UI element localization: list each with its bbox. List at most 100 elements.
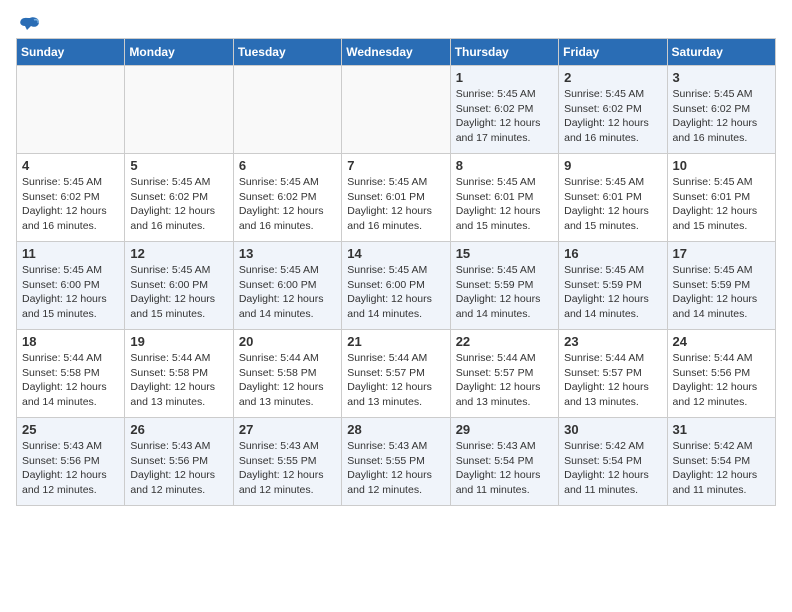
calendar-week-3: 11 Sunrise: 5:45 AM Sunset: 6:00 PM Dayli… (17, 242, 776, 330)
day-number: 17 (673, 246, 770, 261)
day-info: Sunrise: 5:45 AM Sunset: 6:02 PM Dayligh… (456, 87, 553, 146)
day-info: Sunrise: 5:45 AM Sunset: 6:00 PM Dayligh… (239, 263, 336, 322)
calendar-cell: 13 Sunrise: 5:45 AM Sunset: 6:00 PM Dayli… (233, 242, 341, 330)
calendar-table: SundayMondayTuesdayWednesdayThursdayFrid… (16, 38, 776, 506)
header-friday: Friday (559, 39, 667, 66)
day-number: 27 (239, 422, 336, 437)
day-number: 5 (130, 158, 227, 173)
page-header (16, 16, 776, 30)
calendar-cell: 10 Sunrise: 5:45 AM Sunset: 6:01 PM Dayli… (667, 154, 775, 242)
day-number: 1 (456, 70, 553, 85)
day-number: 9 (564, 158, 661, 173)
day-info: Sunrise: 5:45 AM Sunset: 6:01 PM Dayligh… (456, 175, 553, 234)
day-info: Sunrise: 5:44 AM Sunset: 5:57 PM Dayligh… (347, 351, 444, 410)
day-info: Sunrise: 5:43 AM Sunset: 5:54 PM Dayligh… (456, 439, 553, 498)
calendar-cell: 27 Sunrise: 5:43 AM Sunset: 5:55 PM Dayli… (233, 418, 341, 506)
calendar-cell: 31 Sunrise: 5:42 AM Sunset: 5:54 PM Dayli… (667, 418, 775, 506)
day-number: 21 (347, 334, 444, 349)
calendar-cell: 8 Sunrise: 5:45 AM Sunset: 6:01 PM Daylig… (450, 154, 558, 242)
day-number: 13 (239, 246, 336, 261)
calendar-cell: 6 Sunrise: 5:45 AM Sunset: 6:02 PM Daylig… (233, 154, 341, 242)
day-info: Sunrise: 5:43 AM Sunset: 5:56 PM Dayligh… (22, 439, 119, 498)
day-info: Sunrise: 5:45 AM Sunset: 6:02 PM Dayligh… (239, 175, 336, 234)
day-info: Sunrise: 5:45 AM Sunset: 6:01 PM Dayligh… (673, 175, 770, 234)
calendar-cell: 18Sunrise: 5:44 AM Sunset: 5:58 PM Dayli… (17, 330, 125, 418)
calendar-cell: 1 Sunrise: 5:45 AM Sunset: 6:02 PM Daylig… (450, 66, 558, 154)
calendar-week-1: 1 Sunrise: 5:45 AM Sunset: 6:02 PM Daylig… (17, 66, 776, 154)
calendar-week-2: 4 Sunrise: 5:45 AM Sunset: 6:02 PM Daylig… (17, 154, 776, 242)
logo-bird-icon (19, 16, 41, 34)
calendar-cell: 25 Sunrise: 5:43 AM Sunset: 5:56 PM Dayli… (17, 418, 125, 506)
day-info: Sunrise: 5:43 AM Sunset: 5:56 PM Dayligh… (130, 439, 227, 498)
calendar-cell: 2 Sunrise: 5:45 AM Sunset: 6:02 PM Daylig… (559, 66, 667, 154)
calendar-cell: 3Sunrise: 5:45 AM Sunset: 6:02 PM Daylig… (667, 66, 775, 154)
header-thursday: Thursday (450, 39, 558, 66)
day-info: Sunrise: 5:44 AM Sunset: 5:57 PM Dayligh… (456, 351, 553, 410)
day-info: Sunrise: 5:42 AM Sunset: 5:54 PM Dayligh… (673, 439, 770, 498)
day-info: Sunrise: 5:44 AM Sunset: 5:57 PM Dayligh… (564, 351, 661, 410)
day-number: 29 (456, 422, 553, 437)
day-info: Sunrise: 5:45 AM Sunset: 6:01 PM Dayligh… (564, 175, 661, 234)
day-number: 28 (347, 422, 444, 437)
day-number: 31 (673, 422, 770, 437)
day-info: Sunrise: 5:45 AM Sunset: 5:59 PM Dayligh… (564, 263, 661, 322)
day-number: 12 (130, 246, 227, 261)
calendar-cell: 29 Sunrise: 5:43 AM Sunset: 5:54 PM Dayli… (450, 418, 558, 506)
calendar-cell: 12 Sunrise: 5:45 AM Sunset: 6:00 PM Dayli… (125, 242, 233, 330)
calendar-cell: 21 Sunrise: 5:44 AM Sunset: 5:57 PM Dayli… (342, 330, 450, 418)
day-info: Sunrise: 5:45 AM Sunset: 5:59 PM Dayligh… (673, 263, 770, 322)
day-number: 8 (456, 158, 553, 173)
day-number: 23 (564, 334, 661, 349)
calendar-cell: 23 Sunrise: 5:44 AM Sunset: 5:57 PM Dayli… (559, 330, 667, 418)
day-number: 7 (347, 158, 444, 173)
calendar-cell: 9 Sunrise: 5:45 AM Sunset: 6:01 PM Daylig… (559, 154, 667, 242)
logo (16, 16, 41, 30)
day-number: 6 (239, 158, 336, 173)
calendar-cell: 26 Sunrise: 5:43 AM Sunset: 5:56 PM Dayli… (125, 418, 233, 506)
day-info: Sunrise: 5:45 AM Sunset: 5:59 PM Dayligh… (456, 263, 553, 322)
day-info: Sunrise: 5:44 AM Sunset: 5:58 PM Dayligh… (130, 351, 227, 410)
day-info: Sunrise: 5:45 AM Sunset: 6:02 PM Dayligh… (673, 87, 770, 146)
day-info: Sunrise: 5:45 AM Sunset: 6:00 PM Dayligh… (22, 263, 119, 322)
calendar-header-row: SundayMondayTuesdayWednesdayThursdayFrid… (17, 39, 776, 66)
day-info: Sunrise: 5:45 AM Sunset: 6:02 PM Dayligh… (564, 87, 661, 146)
header-monday: Monday (125, 39, 233, 66)
calendar-cell (17, 66, 125, 154)
calendar-cell: 19Sunrise: 5:44 AM Sunset: 5:58 PM Dayli… (125, 330, 233, 418)
day-number: 14 (347, 246, 444, 261)
day-number: 10 (673, 158, 770, 173)
calendar-cell: 24 Sunrise: 5:44 AM Sunset: 5:56 PM Dayli… (667, 330, 775, 418)
day-info: Sunrise: 5:44 AM Sunset: 5:58 PM Dayligh… (239, 351, 336, 410)
day-number: 2 (564, 70, 661, 85)
day-number: 22 (456, 334, 553, 349)
calendar-cell: 11 Sunrise: 5:45 AM Sunset: 6:00 PM Dayli… (17, 242, 125, 330)
calendar-cell (233, 66, 341, 154)
calendar-cell: 22 Sunrise: 5:44 AM Sunset: 5:57 PM Dayli… (450, 330, 558, 418)
day-info: Sunrise: 5:45 AM Sunset: 6:00 PM Dayligh… (130, 263, 227, 322)
day-number: 26 (130, 422, 227, 437)
calendar-cell (342, 66, 450, 154)
day-number: 20 (239, 334, 336, 349)
day-number: 30 (564, 422, 661, 437)
day-info: Sunrise: 5:43 AM Sunset: 5:55 PM Dayligh… (347, 439, 444, 498)
day-number: 25 (22, 422, 119, 437)
day-info: Sunrise: 5:43 AM Sunset: 5:55 PM Dayligh… (239, 439, 336, 498)
day-info: Sunrise: 5:44 AM Sunset: 5:56 PM Dayligh… (673, 351, 770, 410)
header-saturday: Saturday (667, 39, 775, 66)
calendar-cell: 17 Sunrise: 5:45 AM Sunset: 5:59 PM Dayli… (667, 242, 775, 330)
day-number: 16 (564, 246, 661, 261)
day-info: Sunrise: 5:42 AM Sunset: 5:54 PM Dayligh… (564, 439, 661, 498)
day-info: Sunrise: 5:45 AM Sunset: 6:00 PM Dayligh… (347, 263, 444, 322)
day-number: 4 (22, 158, 119, 173)
calendar-cell: 5Sunrise: 5:45 AM Sunset: 6:02 PM Daylig… (125, 154, 233, 242)
header-sunday: Sunday (17, 39, 125, 66)
calendar-cell: 15Sunrise: 5:45 AM Sunset: 5:59 PM Dayli… (450, 242, 558, 330)
calendar-cell: 28 Sunrise: 5:43 AM Sunset: 5:55 PM Dayli… (342, 418, 450, 506)
header-tuesday: Tuesday (233, 39, 341, 66)
day-number: 24 (673, 334, 770, 349)
day-number: 18 (22, 334, 119, 349)
calendar-cell: 14 Sunrise: 5:45 AM Sunset: 6:00 PM Dayli… (342, 242, 450, 330)
calendar-week-5: 25 Sunrise: 5:43 AM Sunset: 5:56 PM Dayli… (17, 418, 776, 506)
day-number: 11 (22, 246, 119, 261)
calendar-cell: 7Sunrise: 5:45 AM Sunset: 6:01 PM Daylig… (342, 154, 450, 242)
